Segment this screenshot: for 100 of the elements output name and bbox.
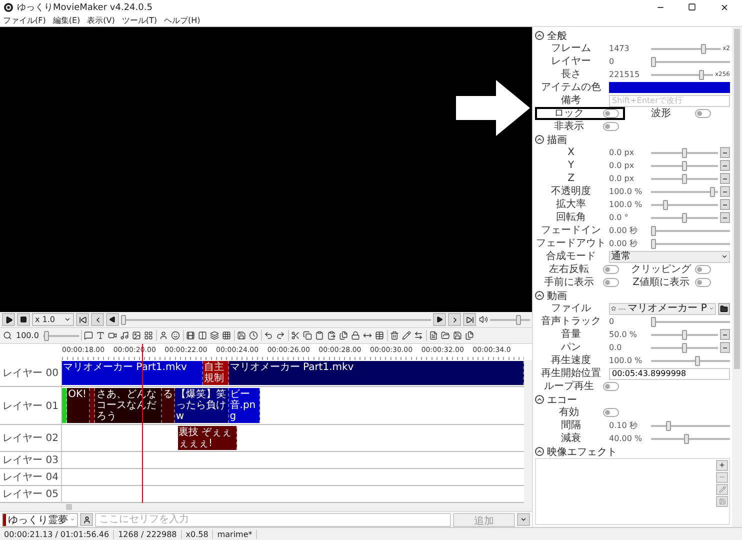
collapse-icon[interactable]	[535, 31, 544, 40]
music-note-icon[interactable]	[120, 331, 130, 340]
grid-icon[interactable]	[144, 331, 154, 340]
slider-thumb[interactable]	[663, 200, 668, 210]
redo-icon[interactable]	[276, 331, 286, 340]
slider[interactable]	[651, 238, 730, 248]
duplicate-icon[interactable]	[339, 331, 348, 340]
next-frame-button[interactable]	[433, 313, 446, 326]
paste-icon[interactable]	[327, 331, 336, 340]
trash-icon[interactable]	[390, 331, 400, 340]
blend-mode-select[interactable]: 通常	[609, 250, 730, 262]
prev-frame-button[interactable]	[106, 313, 119, 326]
slider-thumb[interactable]	[682, 148, 687, 158]
menu-item[interactable]: ヘルプ(H)	[164, 14, 200, 26]
person-icon[interactable]	[159, 331, 168, 340]
timeline-clip[interactable]: る	[162, 388, 175, 423]
reset-button[interactable]	[720, 173, 730, 184]
reset-button[interactable]	[720, 329, 730, 340]
reset-button[interactable]	[720, 147, 730, 158]
timeline-clip[interactable]: マリオメーカー Part1.mkv	[228, 361, 524, 385]
slider-thumb[interactable]	[682, 330, 687, 340]
slider[interactable]	[651, 316, 730, 326]
collapse-icon[interactable]	[535, 291, 544, 300]
slider-thumb[interactable]	[682, 174, 687, 184]
toggle-switch[interactable]	[603, 109, 619, 118]
timeline-clip[interactable]: 裏技 ぞぇぇぇぇぇ!	[178, 426, 237, 450]
toggle-switch[interactable]	[603, 408, 619, 417]
color-swatch[interactable]	[609, 82, 730, 93]
slider-thumb[interactable]	[682, 160, 687, 170]
stop-button[interactable]	[17, 313, 30, 326]
clipboard-icon[interactable]	[315, 331, 324, 340]
undo-icon[interactable]	[264, 331, 274, 340]
toggle-switch[interactable]	[603, 122, 619, 131]
stretch-icon[interactable]	[363, 331, 372, 340]
toggle-switch[interactable]	[695, 109, 711, 118]
skip-end-button[interactable]	[463, 313, 476, 326]
text-field[interactable]: Shift+Enterで改行	[609, 94, 730, 106]
search-icon[interactable]	[2, 331, 12, 340]
toggle-switch[interactable]	[603, 265, 619, 274]
slider-thumb[interactable]	[651, 226, 656, 236]
split-icon[interactable]	[414, 331, 424, 340]
speed-select[interactable]: x 1.0	[32, 313, 74, 326]
folder-button[interactable]	[718, 302, 730, 314]
slider-thumb[interactable]	[682, 342, 687, 352]
export-icon[interactable]	[465, 331, 474, 340]
collapse-icon[interactable]	[535, 135, 544, 144]
collapse-icon[interactable]	[535, 447, 544, 456]
play-button[interactable]	[2, 313, 15, 326]
line-input-field[interactable]: ここにセリフを入力	[95, 512, 451, 526]
lock-icon[interactable]	[351, 331, 360, 340]
table-icon[interactable]	[375, 331, 384, 340]
slider-thumb[interactable]	[651, 56, 656, 66]
reset-button[interactable]	[720, 160, 730, 171]
dropdown-button[interactable]	[517, 513, 530, 526]
clock-icon[interactable]	[249, 331, 258, 340]
menu-item[interactable]: ファイル(F)	[3, 14, 46, 26]
timeline-clip[interactable]: 自主規制	[203, 361, 229, 385]
slider-thumb[interactable]	[682, 212, 687, 222]
toggle-switch[interactable]	[695, 265, 711, 274]
reset-button[interactable]	[720, 342, 730, 353]
skip-start-button[interactable]	[76, 313, 89, 326]
timeline-clip[interactable]	[90, 388, 96, 423]
cut-icon[interactable]	[291, 331, 300, 340]
menu-item[interactable]: 編集(E)	[52, 14, 80, 26]
columns-icon[interactable]	[198, 331, 208, 340]
video-camera-icon[interactable]	[108, 331, 118, 340]
slider-thumb[interactable]	[44, 330, 50, 340]
slider[interactable]	[490, 314, 530, 324]
slider-thumb[interactable]	[651, 238, 656, 248]
timeline-clip[interactable]	[62, 388, 68, 423]
open-folder-icon[interactable]	[441, 331, 450, 340]
volume-icon[interactable]	[478, 315, 488, 324]
menu-item[interactable]: ツール(T)	[122, 14, 157, 26]
pencil-icon[interactable]	[402, 331, 412, 340]
timeline-clip[interactable]: ビー音.png	[228, 388, 260, 423]
film-icon[interactable]	[186, 331, 196, 340]
toggle-switch[interactable]	[695, 278, 711, 287]
menu-item[interactable]: 表示(V)	[87, 14, 115, 26]
slider[interactable]	[42, 330, 79, 340]
slider-thumb[interactable]	[701, 44, 706, 54]
reset-button[interactable]	[720, 186, 730, 197]
timeline-clip[interactable]: 【爆笑】笑ったら負けw	[174, 388, 229, 423]
toggle-switch[interactable]	[603, 382, 619, 391]
layers-icon[interactable]	[210, 331, 220, 340]
slider-thumb[interactable]	[699, 70, 704, 80]
slider-thumb[interactable]	[695, 356, 700, 366]
image-icon[interactable]	[132, 331, 142, 340]
character-select[interactable]: ゆっくり霊夢	[2, 512, 78, 526]
smiley-icon[interactable]	[171, 331, 180, 340]
copy-icon[interactable]	[303, 331, 312, 340]
tiles-icon[interactable]	[222, 331, 232, 340]
slider-thumb[interactable]	[684, 434, 690, 444]
collapse-icon[interactable]	[535, 395, 544, 404]
slider-thumb[interactable]	[710, 186, 715, 196]
speech-bubble-icon[interactable]	[84, 331, 94, 340]
slider-thumb[interactable]	[121, 314, 126, 324]
slider-thumb[interactable]	[516, 314, 522, 324]
slider-thumb[interactable]	[666, 420, 671, 430]
reset-button[interactable]	[720, 199, 730, 210]
timeline-clip[interactable]: OK!	[67, 388, 90, 423]
